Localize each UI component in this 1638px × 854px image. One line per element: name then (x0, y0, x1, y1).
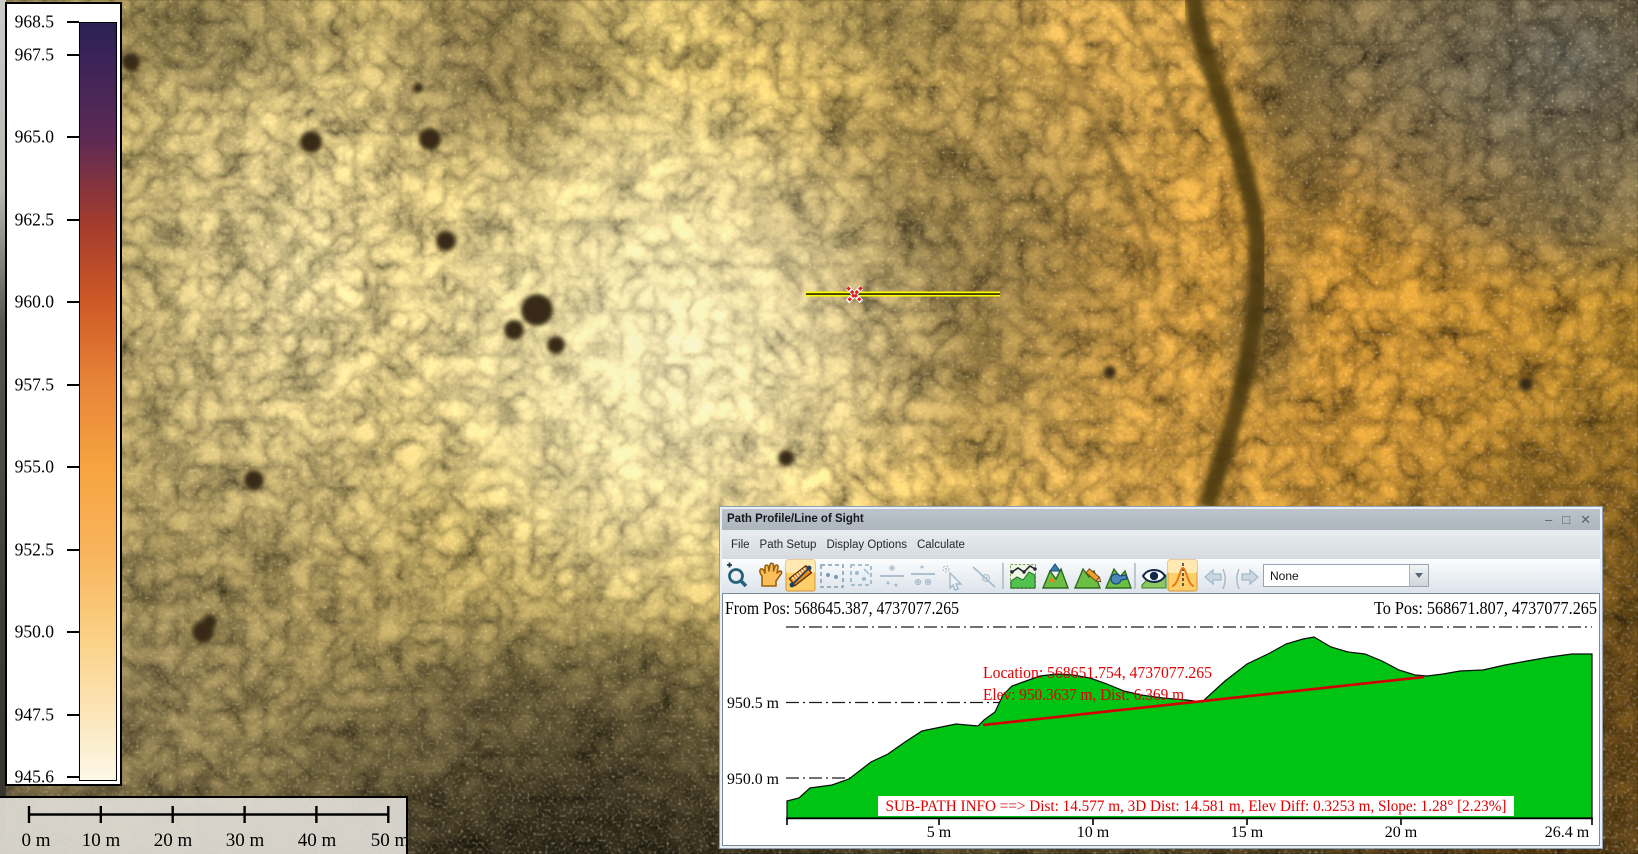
svg-text:0 m: 0 m (21, 830, 50, 851)
svg-text:40 m: 40 m (298, 830, 337, 851)
svg-text:SUB-PATH INFO ==> Dist: 14.577: SUB-PATH INFO ==> Dist: 14.577 m, 3D Dis… (886, 798, 1507, 815)
svg-text:Location: 568651.754, 4737077.: Location: 568651.754, 4737077.265 (983, 663, 1212, 682)
svg-text:10 m: 10 m (1077, 824, 1110, 841)
svg-text:15 m: 15 m (1231, 824, 1264, 841)
svg-text:10 m: 10 m (82, 830, 121, 851)
svg-text:5 m: 5 m (927, 824, 952, 841)
svg-text:Elev: 950.3637 m, Dist: 6.369: Elev: 950.3637 m, Dist: 6.369 m (983, 685, 1184, 704)
svg-text:30 m: 30 m (226, 830, 265, 851)
svg-text:20 m: 20 m (1385, 824, 1418, 841)
svg-text:950.5 m: 950.5 m (727, 695, 780, 712)
svg-text:26.4 m: 26.4 m (1545, 824, 1590, 841)
svg-text:50 m: 50 m (371, 830, 406, 851)
svg-text:20 m: 20 m (154, 830, 193, 851)
svg-text:From Pos: 568645.387, 4737077.: From Pos: 568645.387, 4737077.265 (725, 598, 959, 618)
svg-text:950.0 m: 950.0 m (727, 771, 780, 788)
svg-text:To Pos: 568671.807, 4737077.26: To Pos: 568671.807, 4737077.265 (1374, 598, 1597, 618)
